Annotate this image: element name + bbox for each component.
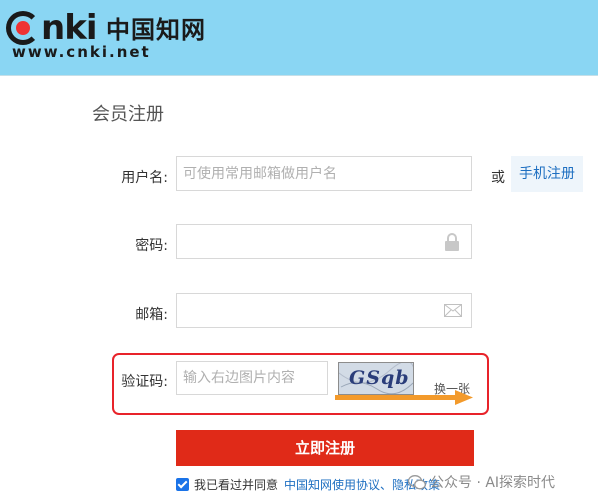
captcha-input[interactable] (176, 361, 328, 395)
logo-c-icon (6, 11, 40, 45)
password-input[interactable] (176, 224, 472, 259)
page-title: 会员注册 (92, 104, 164, 125)
watermark: 公众号 · AI探索时代 (408, 472, 555, 492)
username-label: 用户名: (121, 170, 168, 186)
or-text: 或 (491, 170, 505, 186)
agreement-row: 我已看过并同意 中国知网使用协议、隐私政策 (176, 476, 440, 493)
site-header: nki 中国知网 www.cnki.net (0, 0, 598, 76)
phone-register-button[interactable]: 手机注册 (511, 156, 583, 192)
logo-url-text: www.cnki.net (12, 43, 151, 61)
watermark-text: 公众号 · AI探索时代 (430, 475, 556, 491)
logo-latin-text: nki (41, 8, 97, 48)
envelope-icon (444, 304, 462, 317)
register-button[interactable]: 立即注册 (176, 430, 474, 466)
arrow-icon (335, 390, 473, 405)
lock-icon (445, 233, 459, 251)
wechat-icon (408, 474, 426, 489)
captcha-label: 验证码: (121, 374, 168, 390)
password-label: 密码: (135, 238, 168, 254)
logo-chinese-text: 中国知网 (106, 15, 206, 44)
captcha-text: GSqb (349, 367, 410, 389)
logo-wordmark: nki (6, 8, 97, 48)
username-input[interactable] (176, 156, 472, 191)
email-input[interactable] (176, 293, 472, 328)
agree-prefix-text: 我已看过并同意 (194, 478, 279, 492)
agree-checkbox[interactable] (176, 478, 189, 491)
cnki-logo[interactable]: nki 中国知网 www.cnki.net (6, 8, 206, 64)
email-label: 邮箱: (135, 307, 168, 323)
